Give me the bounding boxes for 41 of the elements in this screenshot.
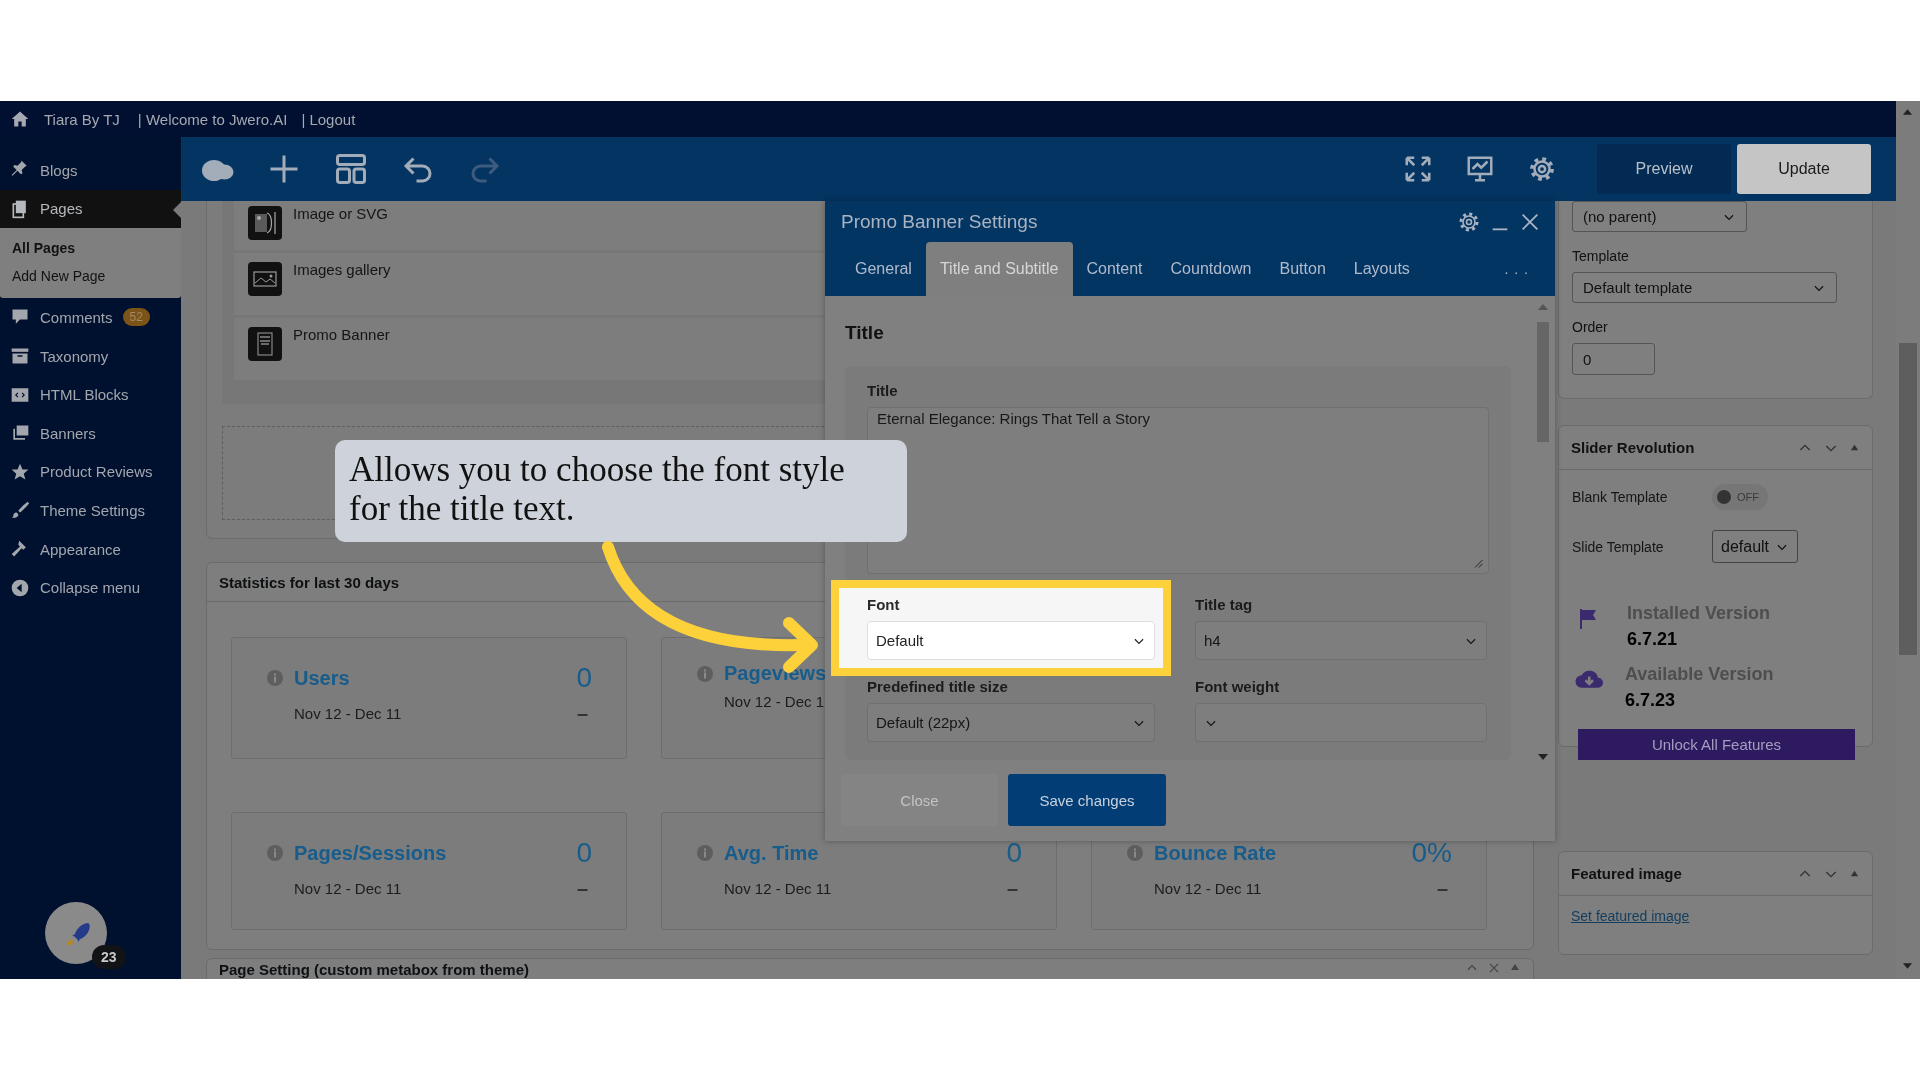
card-title: Featured image <box>1571 865 1682 882</box>
field-label: Title <box>867 382 899 399</box>
stat-change: – <box>1436 877 1448 900</box>
date-range: Nov 12 - Dec 11 <box>1154 880 1262 897</box>
date-range: Nov 12 - Dec 11 <box>294 705 402 722</box>
date-range: Nov 12 - Dec 11 <box>724 880 832 897</box>
element-label: Image or SVG <box>293 205 389 224</box>
field-label: Blank Template <box>1572 489 1669 505</box>
field-label: Template <box>1572 248 1630 264</box>
element-label: Promo Banner <box>293 326 390 345</box>
stat-change: – <box>576 877 588 900</box>
stat-title: Pageviews <box>724 662 827 685</box>
field-label: Order <box>1572 319 1609 335</box>
card-title: Page Setting (custom metabox from theme) <box>219 961 530 979</box>
modal-title: Promo Banner Settings <box>841 210 1038 233</box>
version-number: 6.7.21 <box>1627 629 1679 650</box>
field-label: Predefined title size <box>867 678 1009 695</box>
stat-value: 0 <box>576 662 592 694</box>
stat-value: 0% <box>1411 837 1452 869</box>
stat-title: Users <box>294 666 350 690</box>
stat-change: – <box>1006 877 1018 900</box>
stat-title: Bounce Rate <box>1154 841 1277 865</box>
version-number: 6.7.23 <box>1625 690 1677 711</box>
stat-value: 0 <box>1006 837 1022 869</box>
stat-title: Pages/Sessions <box>294 841 447 865</box>
card-title: Slider Revolution <box>1571 439 1695 456</box>
callout-text: Allows you to choose the font style for the title text. <box>349 450 846 528</box>
stat-title: Avg. Time <box>724 841 819 865</box>
stat-value: 0 <box>576 837 592 869</box>
field-label: Font weight <box>1195 678 1281 695</box>
section-heading: Title <box>845 322 885 344</box>
count-badge: 52 <box>122 308 150 327</box>
field-label: Font <box>867 596 901 613</box>
date-range: Nov 12 - Dec 1 <box>724 693 825 710</box>
field-label: Slide Template <box>1572 538 1665 555</box>
element-label: Images gallery <box>293 261 391 280</box>
date-range: Nov 12 - Dec 11 <box>294 880 402 897</box>
card-title: Statistics for last 30 days <box>219 573 400 591</box>
count-badge: 23 <box>92 945 126 969</box>
stat-change: – <box>576 702 588 725</box>
field-label: Title tag <box>1195 596 1254 613</box>
